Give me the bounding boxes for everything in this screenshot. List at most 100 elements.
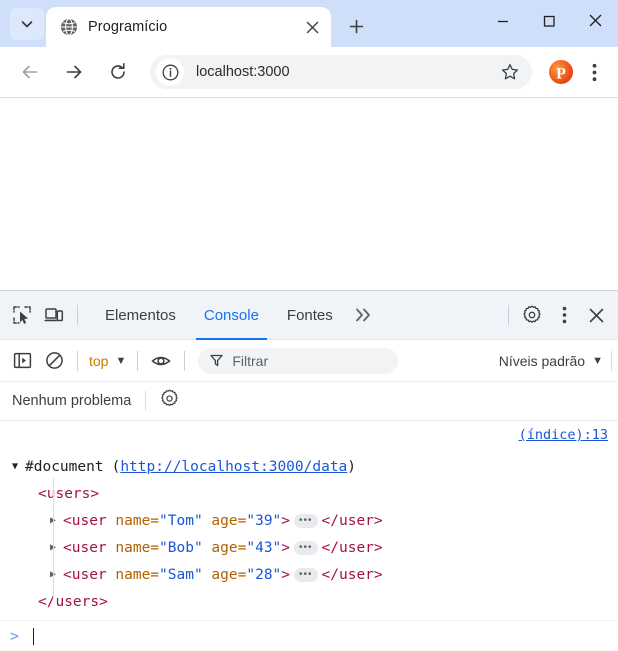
users-close-tag: </users>	[38, 593, 108, 610]
divider	[508, 305, 509, 325]
user-tag-gt: >	[281, 566, 291, 583]
svg-text:P: P	[556, 66, 566, 83]
filter-placeholder: Filtrar	[232, 352, 269, 369]
minimize-button[interactable]	[480, 0, 526, 41]
expand-arrow-icon[interactable]: ▶	[50, 515, 63, 526]
arrow-right-icon	[66, 65, 82, 79]
close-icon	[589, 14, 601, 27]
reload-button[interactable]	[101, 55, 135, 89]
document-url-link[interactable]: http://localhost:3000/data	[120, 459, 347, 475]
eye-icon	[151, 356, 172, 365]
console-prompt[interactable]: >	[0, 620, 618, 651]
window-close-button[interactable]	[572, 0, 618, 41]
tab-label: Console	[203, 306, 259, 324]
devtools-settings-button[interactable]	[516, 299, 548, 331]
document-label: #document	[25, 458, 104, 475]
xml-document-row[interactable]: ▼ #document ( http://localhost:3000/data…	[12, 453, 618, 480]
users-open-tag: <users>	[38, 485, 100, 502]
browser-tab[interactable]: Programício	[46, 7, 331, 47]
devtools-more-options-button[interactable]	[548, 299, 580, 331]
tab-title: Programício	[88, 19, 168, 35]
user-tag-gt: >	[281, 512, 291, 529]
prompt-caret-icon: >	[10, 627, 20, 645]
extension-p-icon: P	[549, 60, 573, 84]
chevron-down-icon: ▼	[592, 354, 603, 367]
xml-tree: ▼ #document ( http://localhost:3000/data…	[0, 425, 618, 615]
browser-menu-button[interactable]	[580, 57, 608, 87]
live-expression-button[interactable]	[145, 345, 177, 377]
expand-arrow-icon[interactable]: ▶	[50, 542, 63, 553]
more-tabs-button[interactable]	[347, 291, 381, 340]
tab-elementos[interactable]: Elementos	[91, 291, 190, 340]
divider	[184, 350, 186, 371]
tab-label: Elementos	[105, 306, 176, 324]
devtools-header: Elementos Console Fontes	[0, 291, 618, 340]
star-icon	[501, 63, 519, 80]
arrow-left-icon	[22, 65, 38, 79]
console-context-selector[interactable]: top ▼	[85, 353, 130, 369]
new-tab-button[interactable]	[339, 9, 373, 43]
paren-close: )	[347, 458, 357, 475]
user-tag-open: <user	[63, 512, 107, 529]
minimize-icon	[498, 20, 508, 22]
user-attr-value: "Tom"	[159, 512, 203, 529]
tab-fontes[interactable]: Fontes	[273, 291, 347, 340]
xml-users-close-row: </users>	[12, 588, 618, 615]
devtools-close-button[interactable]	[580, 299, 612, 331]
chevron-down-icon	[21, 21, 33, 28]
tab-close-button[interactable]	[299, 14, 325, 40]
back-button[interactable]	[13, 55, 47, 89]
tab-console[interactable]: Console	[190, 291, 273, 340]
tab-label: Fontes	[286, 306, 333, 324]
console-settings-button[interactable]	[160, 389, 179, 413]
divider	[77, 305, 78, 325]
browser-window: Programício localhost:3000 P Elementos C…	[0, 0, 618, 651]
xml-user-row[interactable]: ▶ <user name= "Tom" age= "39" > ••• </us…	[12, 507, 618, 534]
user-attr-age: age=	[202, 539, 247, 556]
user-attr-name: name=	[106, 566, 160, 583]
console-levels-selector[interactable]: Níveis padrão ▼	[499, 353, 609, 369]
console-filter-input[interactable]: Filtrar	[198, 347, 399, 374]
chevron-down-icon: ▼	[115, 354, 127, 367]
expand-arrow-icon[interactable]: ▶	[50, 569, 63, 580]
address-bar[interactable]: localhost:3000	[150, 55, 532, 89]
collapsed-content-icon[interactable]: •••	[294, 567, 318, 582]
gear-icon	[161, 389, 179, 406]
console-output: (índice):13 ▼ #document ( http://localho…	[0, 421, 618, 620]
text-cursor	[33, 627, 35, 645]
user-tag-close: </user>	[321, 566, 383, 583]
forward-button[interactable]	[57, 55, 91, 89]
tab-strip: Programício	[0, 0, 618, 47]
tab-search-button[interactable]	[10, 8, 44, 40]
divider	[145, 391, 147, 411]
inspect-element-button[interactable]	[6, 299, 38, 331]
user-attr-age-value: "43"	[246, 539, 282, 556]
close-icon	[589, 308, 603, 322]
user-attr-name: name=	[106, 512, 160, 529]
expand-arrow-icon[interactable]: ▼	[12, 461, 25, 472]
collapsed-content-icon[interactable]: •••	[294, 513, 318, 528]
xml-user-row[interactable]: ▶ <user name= "Sam" age= "28" > ••• </us…	[12, 561, 618, 588]
plus-icon	[349, 19, 363, 33]
divider	[611, 350, 612, 371]
info-circle-icon	[162, 64, 178, 80]
xml-user-row[interactable]: ▶ <user name= "Bob" age= "43" > ••• </us…	[12, 534, 618, 561]
reload-icon	[111, 63, 125, 79]
gear-icon	[523, 305, 541, 323]
inspect-element-icon	[13, 306, 31, 324]
paren-open: (	[111, 458, 121, 475]
extension-button[interactable]: P	[548, 59, 574, 85]
url-text[interactable]: localhost:3000	[196, 64, 496, 80]
clear-console-button[interactable]	[38, 345, 70, 377]
bookmark-button[interactable]	[496, 58, 524, 86]
user-attr-age-value: "28"	[246, 566, 282, 583]
show-console-sidebar-icon	[13, 352, 31, 369]
site-info-button[interactable]	[156, 58, 184, 86]
console-sidebar-toggle-button[interactable]	[6, 345, 38, 377]
divider	[77, 350, 78, 371]
three-dots-vertical-icon	[592, 63, 596, 81]
device-toolbar-button[interactable]	[38, 299, 70, 331]
devtools-header-actions	[501, 299, 612, 331]
collapsed-content-icon[interactable]: •••	[294, 540, 318, 555]
maximize-button[interactable]	[526, 0, 572, 41]
